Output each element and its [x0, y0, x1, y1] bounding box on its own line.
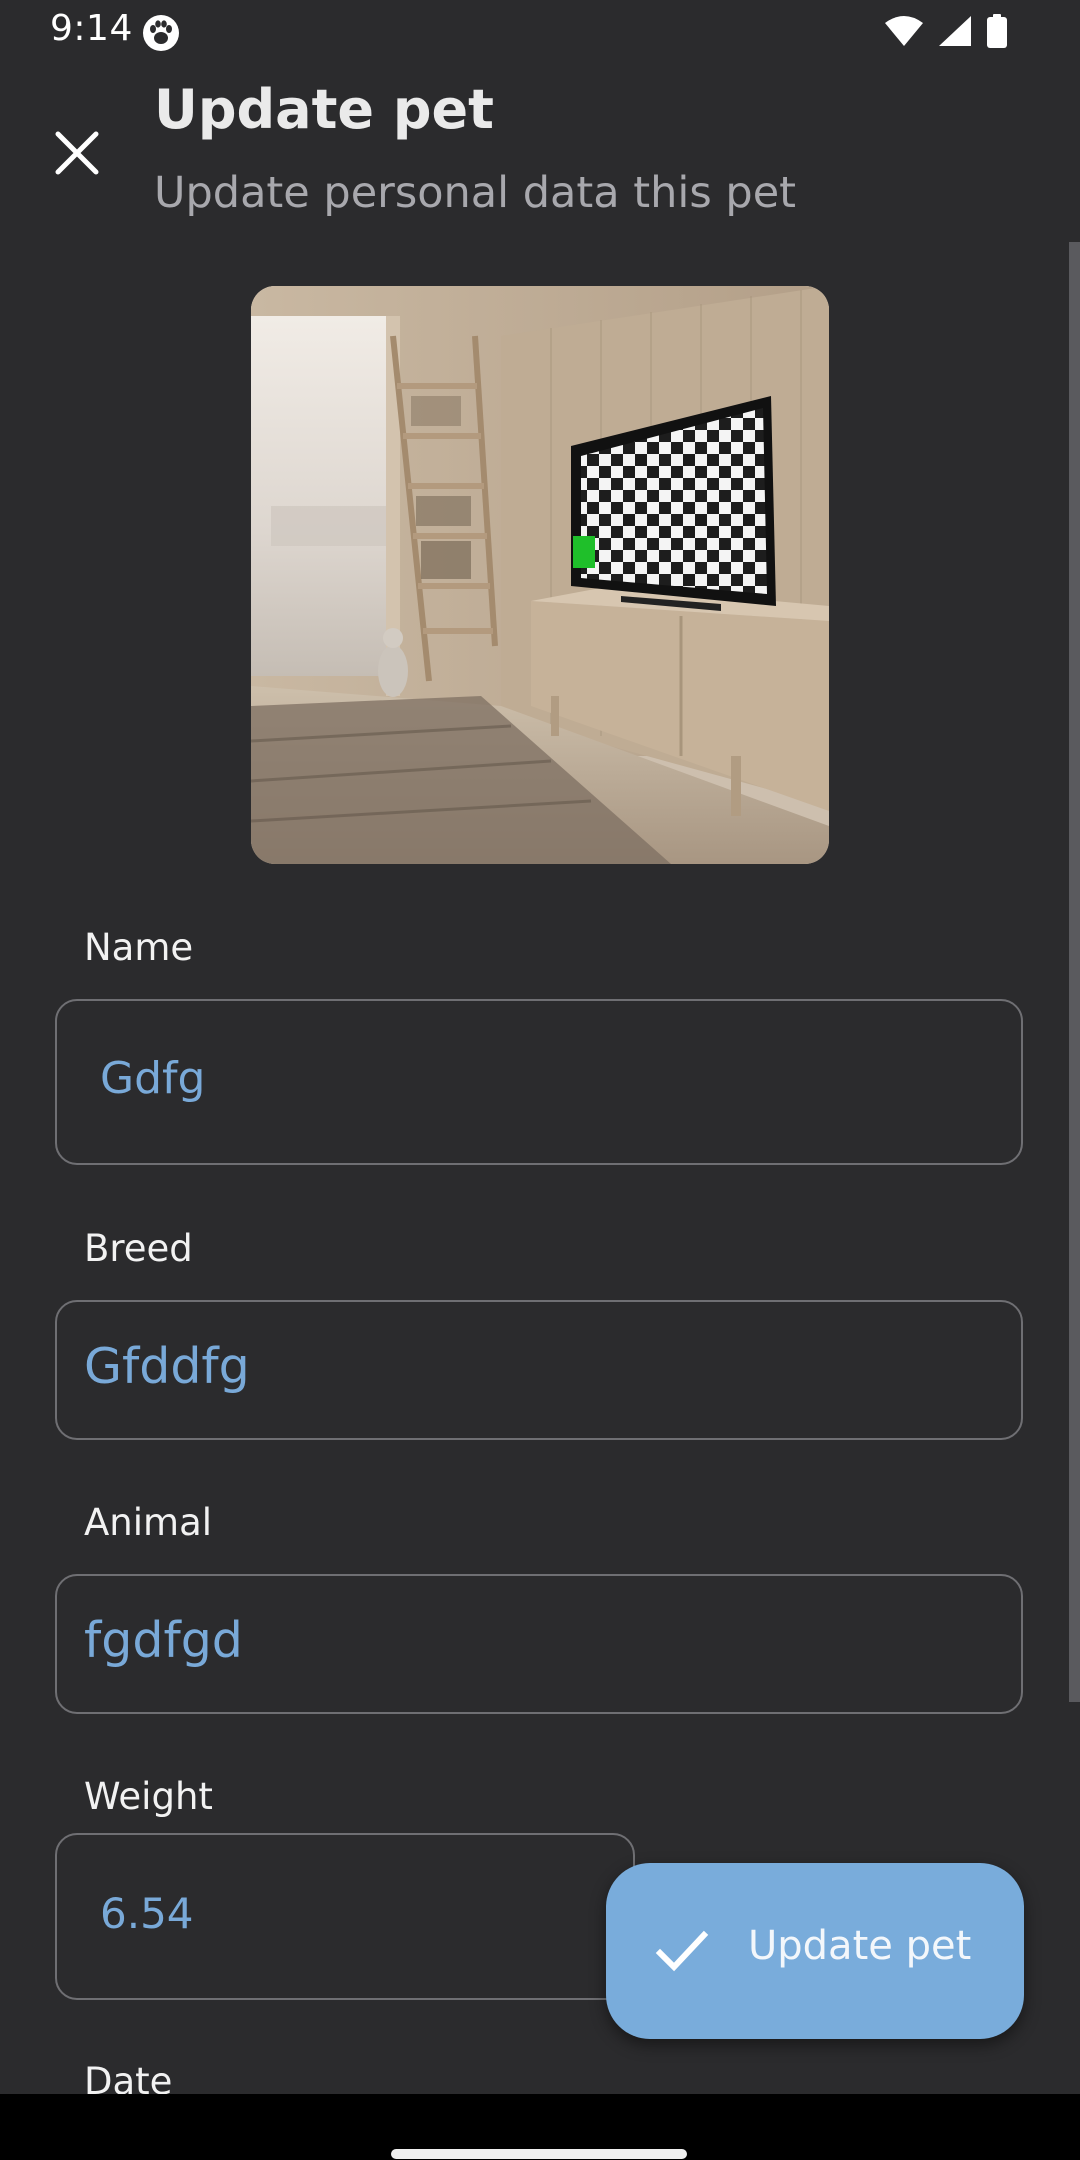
pet-photo[interactable] — [251, 286, 829, 864]
home-gesture-handle[interactable] — [391, 2149, 687, 2159]
breed-value: Gfddfg — [84, 1338, 250, 1395]
page-title: Update pet — [154, 78, 494, 141]
animal-value: fgdfgd — [84, 1612, 243, 1669]
weight-field[interactable]: 6.54 — [55, 1833, 635, 2000]
close-button[interactable] — [38, 116, 116, 194]
paw-icon — [142, 14, 180, 52]
page-subtitle: Update personal data this pet — [154, 168, 797, 218]
close-icon — [54, 130, 100, 180]
weight-label: Weight — [84, 1775, 213, 1818]
breed-label: Breed — [84, 1227, 193, 1270]
signal-icon — [938, 15, 972, 51]
status-bar: 9:14 — [0, 0, 1080, 66]
wifi-icon — [884, 15, 924, 51]
scrollbar[interactable] — [1069, 242, 1080, 1702]
animal-label: Animal — [84, 1501, 213, 1544]
update-pet-screen: 9:14 Update pet Update personal data thi… — [0, 0, 1080, 2160]
breed-field[interactable]: Gfddfg — [55, 1300, 1023, 1440]
status-time: 9:14 — [50, 8, 133, 49]
battery-icon — [986, 14, 1008, 52]
weight-value: 6.54 — [100, 1889, 194, 1938]
update-pet-button-label: Update pet — [748, 1923, 972, 1969]
status-icons — [884, 14, 1008, 52]
animal-field[interactable]: fgdfgd — [55, 1574, 1023, 1714]
name-value: Gdfg — [100, 1053, 206, 1104]
name-label: Name — [84, 926, 194, 969]
check-icon — [654, 1923, 710, 1979]
name-field[interactable]: Gdfg — [55, 999, 1023, 1165]
update-pet-button[interactable]: Update pet — [606, 1863, 1024, 2039]
